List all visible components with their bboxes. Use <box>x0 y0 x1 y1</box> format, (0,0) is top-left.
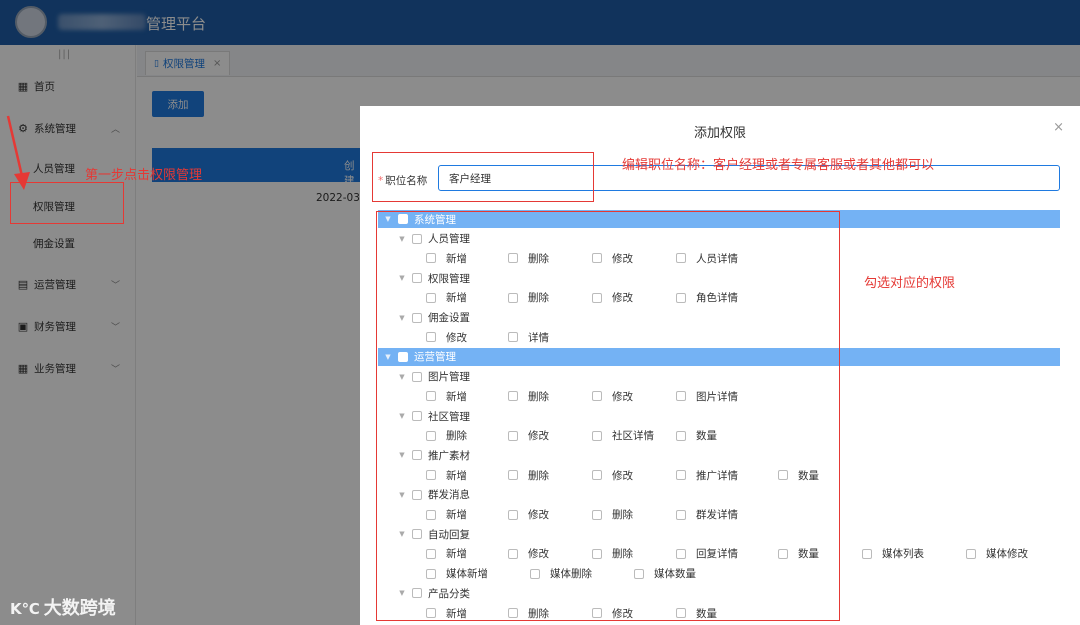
annotation-step1: 第一步点击权限管理 <box>85 168 203 183</box>
annotation-arrow-icon <box>6 115 30 190</box>
watermark-text: 大数跨境 <box>43 598 116 619</box>
permission-label: 媒体修改 <box>986 548 1028 561</box>
checkbox[interactable] <box>862 548 872 559</box>
close-icon[interactable]: × <box>1053 120 1064 135</box>
annotation-box-position-name <box>372 152 594 202</box>
permission-checkbox[interactable]: 媒体修改 <box>966 545 1028 563</box>
permission-label: 媒体列表 <box>882 548 924 561</box>
watermark-logo: K℃ <box>10 600 40 618</box>
dialog-title: 添加权限 <box>693 126 746 141</box>
checkbox[interactable] <box>966 548 976 559</box>
annotation-box-permissions <box>376 211 840 621</box>
annotation-edit-name: 编辑职位名称：客户经理或者专属客服或者其他都可以 <box>622 158 935 173</box>
permission-checkbox[interactable]: 媒体列表 <box>862 545 924 563</box>
annotation-check-perms: 勾选对应的权限 <box>864 276 956 291</box>
watermark: K℃ 大数跨境 <box>10 594 116 620</box>
